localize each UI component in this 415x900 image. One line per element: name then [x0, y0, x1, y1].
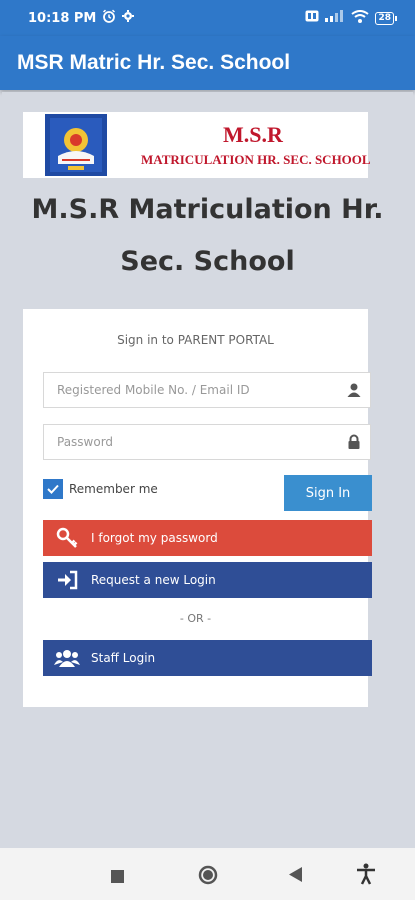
staff-login-button[interactable]: Staff Login	[43, 640, 372, 676]
school-name-line1: M.S.R Matriculation Hr.	[31, 194, 384, 225]
banner-subtitle: MATRICULATION HR. SEC. SCHOOL	[141, 152, 371, 167]
sim-icon	[305, 10, 319, 26]
staff-login-label: Staff Login	[91, 651, 156, 665]
status-bar: 10:18 PM 28	[0, 0, 415, 36]
remember-me-row: Remember me	[43, 479, 158, 499]
status-time: 10:18 PM	[28, 10, 97, 26]
remember-me-checkbox[interactable]	[43, 479, 63, 499]
school-name-heading: M.S.R Matriculation Hr. Sec. School	[2, 184, 413, 288]
back-triangle-icon[interactable]	[289, 867, 302, 886]
request-login-label: Request a new Login	[91, 573, 216, 587]
checkmark-icon	[47, 484, 59, 494]
home-circle-icon[interactable]	[198, 865, 218, 889]
sign-in-arrow-icon	[43, 562, 91, 598]
signin-caption: Sign in to PARENT PORTAL	[117, 333, 274, 347]
forgot-password-button[interactable]: I forgot my password	[43, 520, 372, 556]
app-title: MSR Matric Hr. Sec. School	[17, 51, 291, 74]
request-login-button[interactable]: Request a new Login	[43, 562, 372, 598]
main-content: M.S.R MATRICULATION HR. SEC. SCHOOL M.S.…	[2, 92, 413, 848]
login-card: Sign in to PARENT PORTAL Remember me Sig…	[23, 309, 372, 707]
wifi-icon	[351, 9, 370, 27]
banner-title: M.S.R	[223, 122, 283, 147]
sign-in-button[interactable]: Sign In	[284, 475, 372, 511]
remember-me-label: Remember me	[69, 482, 158, 496]
accessibility-icon[interactable]	[356, 863, 376, 889]
user-icon	[346, 382, 362, 398]
app-bar: MSR Matric Hr. Sec. School	[0, 36, 415, 90]
signal-icon	[325, 10, 345, 26]
settings-icon	[122, 10, 135, 26]
password-field	[43, 424, 371, 460]
users-group-icon	[43, 640, 91, 676]
username-field	[43, 372, 371, 408]
school-crest-logo	[45, 114, 107, 176]
or-separator: - OR -	[179, 612, 212, 625]
battery-level: 28	[375, 11, 394, 25]
system-navigation-bar	[0, 848, 415, 900]
password-input[interactable]	[44, 425, 347, 459]
battery-icon: 28	[375, 11, 397, 25]
alarm-icon	[102, 9, 116, 27]
school-logo-banner: M.S.R MATRICULATION HR. SEC. SCHOOL	[23, 112, 371, 178]
school-name-line2: Sec. School	[120, 246, 295, 277]
lock-icon	[346, 434, 362, 450]
username-input[interactable]	[44, 373, 347, 407]
forgot-password-label: I forgot my password	[91, 531, 218, 545]
recents-square-icon[interactable]	[111, 868, 124, 887]
key-icon	[43, 520, 91, 556]
